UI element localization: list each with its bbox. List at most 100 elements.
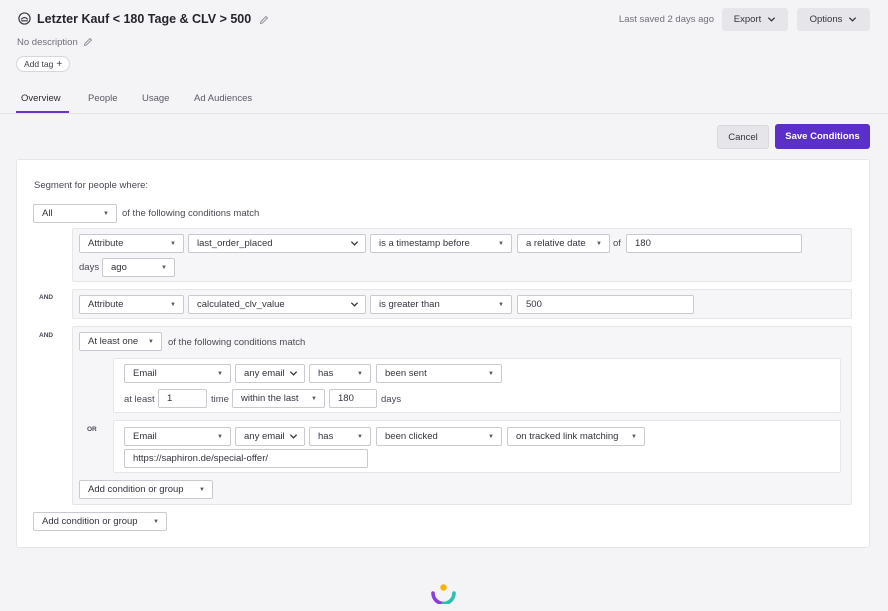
pencil-icon[interactable] xyxy=(259,15,269,25)
email-target-value: any email xyxy=(244,431,285,442)
operator-value: is greater than xyxy=(379,299,440,310)
operator-select[interactable]: is a timestamp before ▼ xyxy=(370,234,512,253)
relative-value-input[interactable]: 180 xyxy=(626,234,802,253)
condition-type-select[interactable]: Attribute ▼ xyxy=(79,234,184,253)
active-tab-indicator xyxy=(16,111,69,113)
email-action-value: been sent xyxy=(385,368,427,379)
tab-overview[interactable]: Overview xyxy=(21,93,61,104)
chevron-down-icon xyxy=(289,371,298,376)
has-select[interactable]: has ▼ xyxy=(309,427,371,446)
page-title-text: Letzter Kauf < 180 Tage & CLV > 500 xyxy=(37,12,252,26)
condition-type-select[interactable]: Email ▼ xyxy=(124,364,231,383)
caret-down-icon: ▼ xyxy=(103,211,109,217)
at-least-label: at least xyxy=(124,394,155,405)
direction-value: ago xyxy=(111,262,127,273)
save-conditions-button[interactable]: Save Conditions xyxy=(775,124,870,149)
subgroup xyxy=(72,326,852,505)
condition-type-value: Email xyxy=(133,431,157,442)
match-mode-value: All xyxy=(42,208,53,219)
add-tag-label: Add tag xyxy=(24,59,54,69)
last-saved-text: Last saved 2 days ago xyxy=(618,14,714,25)
value-input[interactable]: 500 xyxy=(517,295,694,314)
add-condition-or-group-button[interactable]: Add condition or group ▼ xyxy=(33,512,167,531)
chevron-down-icon xyxy=(350,241,359,246)
attribute-select[interactable]: calculated_clv_value xyxy=(188,295,366,314)
date-mode-select[interactable]: a relative date ▼ xyxy=(517,234,610,253)
caret-down-icon: ▼ xyxy=(596,241,602,247)
caret-down-icon: ▼ xyxy=(161,265,167,271)
and-joiner: AND xyxy=(39,294,54,301)
condition-type-select[interactable]: Attribute ▼ xyxy=(79,295,184,314)
window-value: within the last xyxy=(241,393,299,404)
caret-down-icon: ▼ xyxy=(357,371,363,377)
caret-down-icon: ▼ xyxy=(498,241,504,247)
chevron-down-icon xyxy=(350,302,359,307)
of-label: of xyxy=(613,238,621,249)
segment-intro: Segment for people where: xyxy=(34,180,149,191)
description[interactable]: No description xyxy=(17,37,93,48)
caret-down-icon: ▼ xyxy=(153,519,159,525)
condition-type-select[interactable]: Email ▼ xyxy=(124,427,231,446)
caret-down-icon: ▼ xyxy=(488,434,494,440)
url-input[interactable]: https://saphiron.de/special-offer/ xyxy=(124,449,368,468)
email-target-value: any email xyxy=(244,368,285,379)
link-filter-value: on tracked link matching xyxy=(516,431,619,442)
condition-type-value: Attribute xyxy=(88,299,124,310)
condition-type-value: Email xyxy=(133,368,157,379)
chevron-down-icon xyxy=(289,434,298,439)
tab-usage[interactable]: Usage xyxy=(142,93,169,104)
window-select[interactable]: within the last ▼ xyxy=(232,389,325,408)
cancel-button[interactable]: Cancel xyxy=(717,125,769,149)
count-input[interactable]: 1 xyxy=(158,389,207,408)
caret-down-icon: ▼ xyxy=(170,241,176,247)
add-condition-or-group-button[interactable]: Add condition or group ▼ xyxy=(79,480,213,499)
has-select[interactable]: has ▼ xyxy=(309,364,371,383)
add-condition-label: Add condition or group xyxy=(88,484,184,495)
email-target-select[interactable]: any email xyxy=(235,427,305,446)
email-action-value: been clicked xyxy=(385,431,438,442)
export-button[interactable]: Export xyxy=(722,8,788,31)
time-label: time xyxy=(211,394,229,405)
plus-icon: + xyxy=(56,58,63,70)
options-button[interactable]: Options xyxy=(797,8,870,31)
caret-down-icon: ▼ xyxy=(488,371,494,377)
caret-down-icon: ▼ xyxy=(170,302,176,308)
and-joiner: AND xyxy=(39,332,54,339)
email-action-select[interactable]: been sent ▼ xyxy=(376,364,502,383)
description-text: No description xyxy=(17,37,78,48)
has-value: has xyxy=(318,368,334,379)
email-action-select[interactable]: been clicked ▼ xyxy=(376,427,502,446)
days-label: days xyxy=(79,262,100,273)
email-target-select[interactable]: any email xyxy=(235,364,305,383)
chevron-down-icon xyxy=(849,17,857,22)
caret-down-icon: ▼ xyxy=(199,487,205,493)
tab-people[interactable]: People xyxy=(88,93,118,104)
attribute-select[interactable]: last_order_placed xyxy=(188,234,366,253)
caret-down-icon: ▼ xyxy=(357,434,363,440)
pencil-icon[interactable] xyxy=(83,37,93,47)
add-tag-button[interactable]: Add tag + xyxy=(16,56,71,72)
direction-select[interactable]: ago ▼ xyxy=(102,258,175,277)
caret-down-icon: ▼ xyxy=(217,371,223,377)
match-text: of the following conditions match xyxy=(122,208,260,219)
window-unit-label: days xyxy=(381,394,402,405)
segment-icon xyxy=(18,12,31,25)
export-label: Export xyxy=(733,14,762,25)
match-mode-select[interactable]: All ▼ xyxy=(33,204,117,223)
operator-value: is a timestamp before xyxy=(379,238,470,249)
options-label: Options xyxy=(809,14,843,25)
attribute-value: calculated_clv_value xyxy=(197,299,285,310)
tab-ad-audiences[interactable]: Ad Audiences xyxy=(194,93,252,104)
link-filter-select[interactable]: on tracked link matching ▼ xyxy=(507,427,645,446)
window-value-input[interactable]: 180 xyxy=(329,389,377,408)
date-mode-value: a relative date xyxy=(526,238,586,249)
brand-logo-icon xyxy=(431,584,456,604)
subgroup-match-text: of the following conditions match xyxy=(168,337,306,348)
caret-down-icon: ▼ xyxy=(148,339,154,345)
subgroup-match-value: At least one xyxy=(88,336,139,347)
subgroup-match-select[interactable]: At least one ▼ xyxy=(79,332,162,351)
operator-select[interactable]: is greater than ▼ xyxy=(370,295,512,314)
page-title[interactable]: Letzter Kauf < 180 Tage & CLV > 500 xyxy=(37,12,269,26)
tab-divider xyxy=(0,113,888,114)
or-joiner: OR xyxy=(87,426,97,433)
